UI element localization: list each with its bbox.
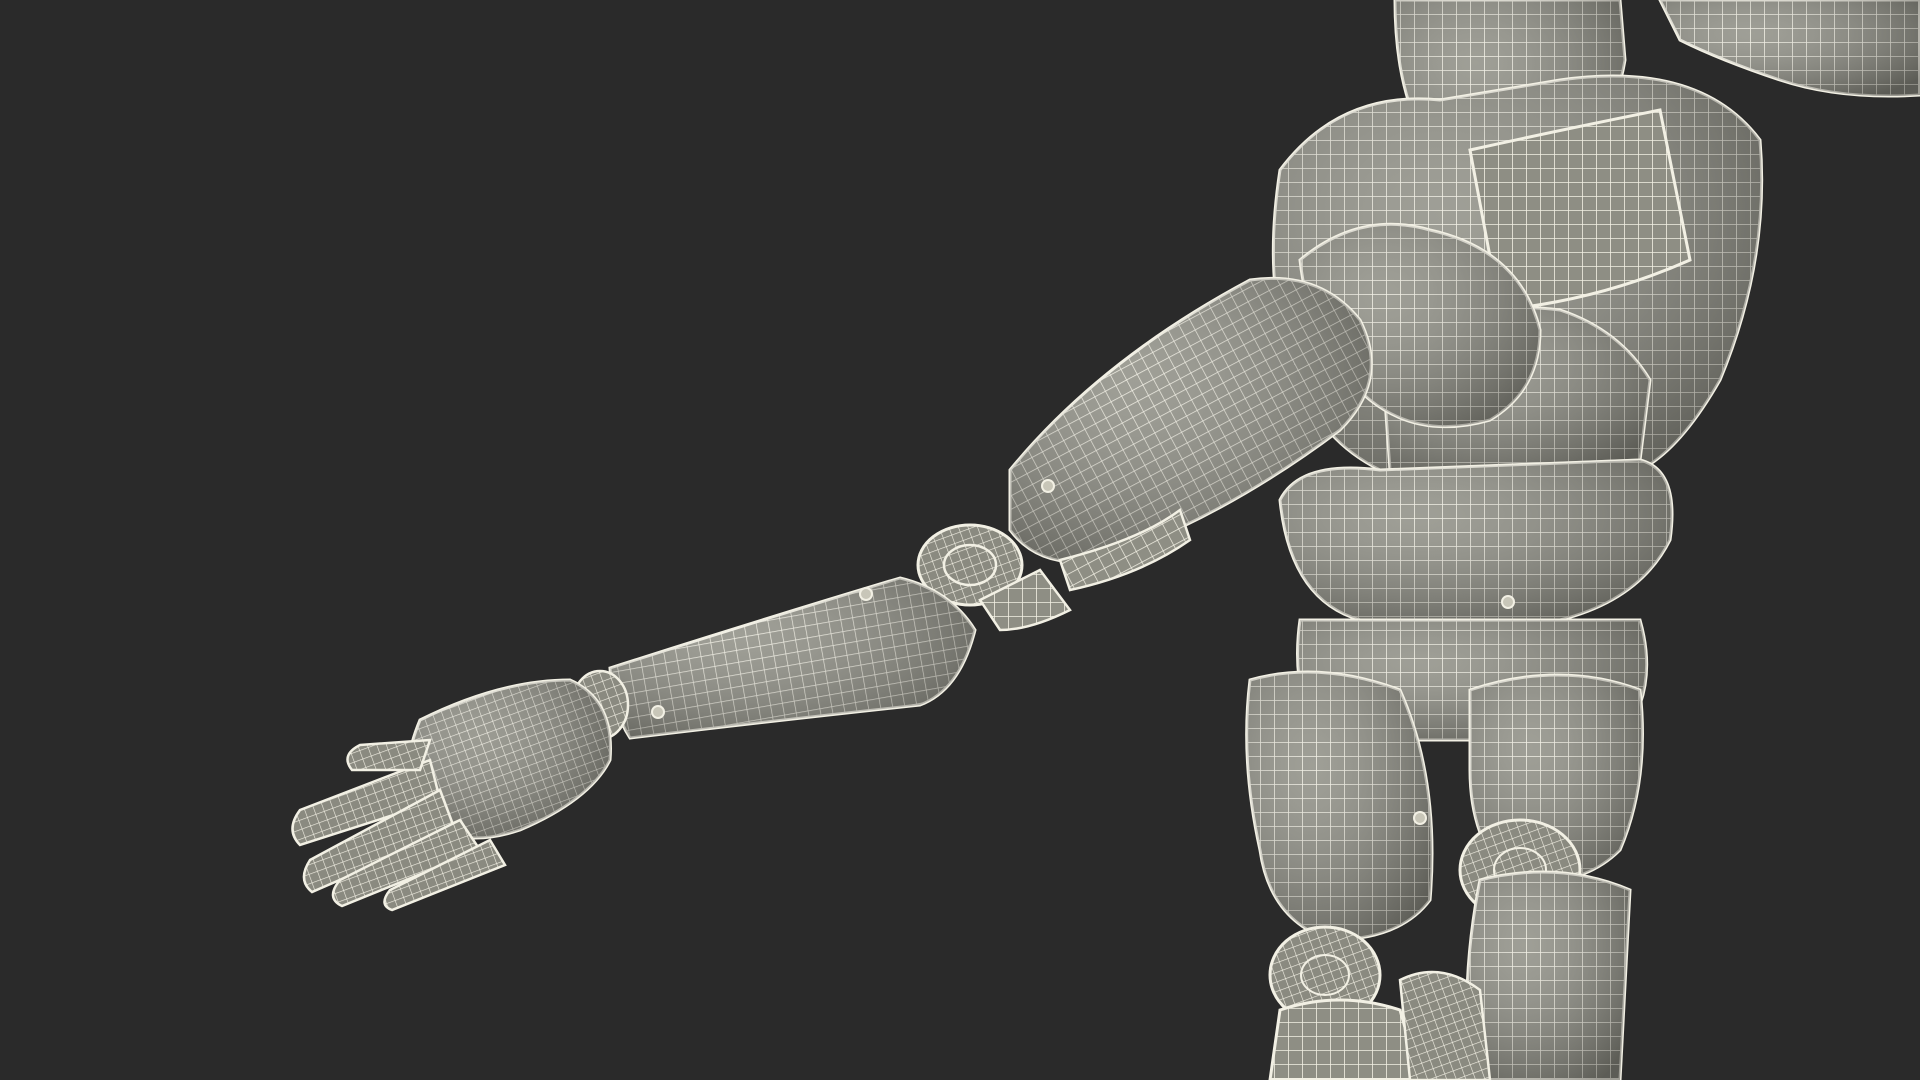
- robot-forearm: [608, 576, 977, 740]
- robot-left-thigh: [1245, 670, 1434, 942]
- robot-hand: [291, 678, 612, 912]
- finger-thumb: [346, 738, 432, 772]
- robot-wireframe-render: [291, 0, 1920, 1080]
- robot-waist: [1278, 458, 1674, 622]
- robot-right-shoulder: [1658, 0, 1920, 98]
- viewport-3d: [0, 0, 1920, 1080]
